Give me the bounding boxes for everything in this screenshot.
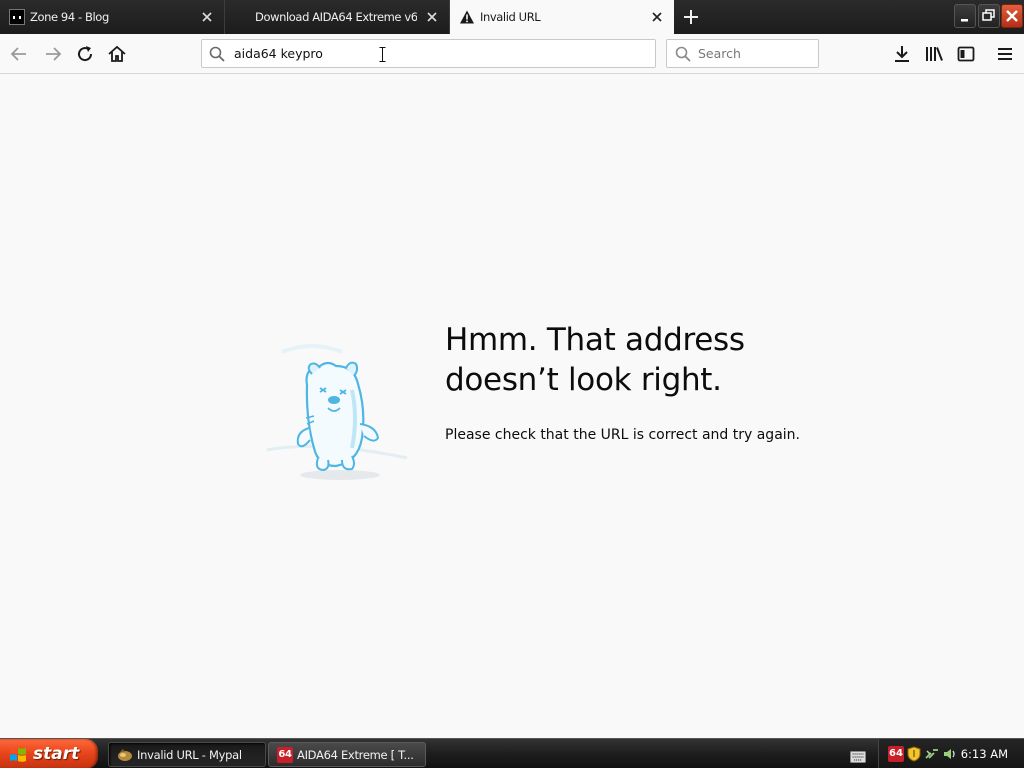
- tab-strip: Zone 94 - Blog Download AIDA64 Extreme v…: [0, 0, 1024, 34]
- aida64-icon: 64: [277, 747, 293, 763]
- taskbar-item-label: AIDA64 Extreme [ T...: [297, 748, 414, 762]
- hamburger-menu-icon: [998, 48, 1012, 60]
- mypal-browser-icon: [117, 747, 133, 763]
- tab-download-aida64[interactable]: Download AIDA64 Extreme v6.85: [225, 0, 450, 34]
- taskbar-item-label: Invalid URL - Mypal: [137, 748, 242, 762]
- search-placeholder: Search: [698, 46, 741, 61]
- security-shield-icon[interactable]: [906, 746, 922, 762]
- search-icon: [675, 46, 691, 66]
- back-button[interactable]: [7, 42, 31, 66]
- library-icon: [926, 47, 943, 61]
- downloads-button[interactable]: [890, 42, 914, 66]
- taskbar-item-mypal[interactable]: Invalid URL - Mypal: [108, 742, 266, 767]
- volume-icon[interactable]: [942, 746, 958, 762]
- start-label: start: [33, 744, 80, 764]
- search-bar[interactable]: Search: [666, 39, 819, 68]
- start-button[interactable]: start: [0, 739, 98, 768]
- clock[interactable]: 6:13 AM: [961, 739, 1008, 768]
- menu-button[interactable]: [993, 42, 1017, 66]
- zone94-favicon-icon: [9, 9, 25, 25]
- library-button[interactable]: [922, 42, 946, 66]
- window-close-button[interactable]: [1001, 4, 1023, 28]
- network-icon[interactable]: [924, 746, 940, 762]
- warning-icon: [459, 9, 475, 25]
- error-title: Hmm. That address doesn’t look right.: [445, 320, 865, 400]
- taskbar-item-aida64[interactable]: 64 AIDA64 Extreme [ T...: [268, 742, 426, 767]
- taskbar: start Invalid URL - Mypal 64 AIDA64 Extr…: [0, 738, 1024, 768]
- url-input-value[interactable]: aida64 keypro: [234, 40, 323, 67]
- keyboard-icon[interactable]: [850, 748, 866, 763]
- windows-flag-icon: [9, 746, 27, 763]
- navigation-toolbar: aida64 keypro Search: [0, 34, 1024, 74]
- tab-zone94-blog[interactable]: Zone 94 - Blog: [0, 0, 225, 34]
- restore-button[interactable]: [978, 4, 1000, 28]
- text-cursor-icon: [379, 47, 386, 62]
- home-button[interactable]: [105, 42, 129, 66]
- close-icon[interactable]: [648, 8, 666, 26]
- download-icon: [895, 46, 909, 62]
- sidebar-button[interactable]: [954, 42, 978, 66]
- error-title-line1: Hmm. That address: [445, 322, 745, 358]
- home-icon: [108, 45, 126, 62]
- back-arrow-icon: [10, 47, 26, 61]
- minimize-button[interactable]: [954, 4, 976, 28]
- close-icon[interactable]: [198, 8, 216, 26]
- tab-title: Invalid URL: [480, 10, 541, 24]
- forward-button[interactable]: [41, 42, 65, 66]
- forward-arrow-icon: [46, 47, 62, 61]
- search-icon: [209, 46, 225, 66]
- new-tab-plus-icon[interactable]: [680, 6, 702, 28]
- sidebar-icon: [957, 46, 975, 62]
- aida64-tray-icon[interactable]: 64: [888, 746, 904, 762]
- reload-button[interactable]: [73, 42, 97, 66]
- system-tray: 64 6:13 AM: [878, 739, 1024, 768]
- url-bar[interactable]: aida64 keypro: [201, 39, 656, 68]
- error-title-line2: doesn’t look right.: [445, 362, 722, 398]
- error-message: Please check that the URL is correct and…: [445, 427, 800, 443]
- close-icon[interactable]: [423, 8, 441, 26]
- reload-icon: [78, 46, 93, 62]
- tab-title: Download AIDA64 Extreme v6.85: [255, 10, 417, 24]
- tab-title: Zone 94 - Blog: [30, 10, 109, 24]
- error-mascot-illustration: [262, 340, 412, 490]
- tab-invalid-url[interactable]: Invalid URL: [450, 0, 674, 34]
